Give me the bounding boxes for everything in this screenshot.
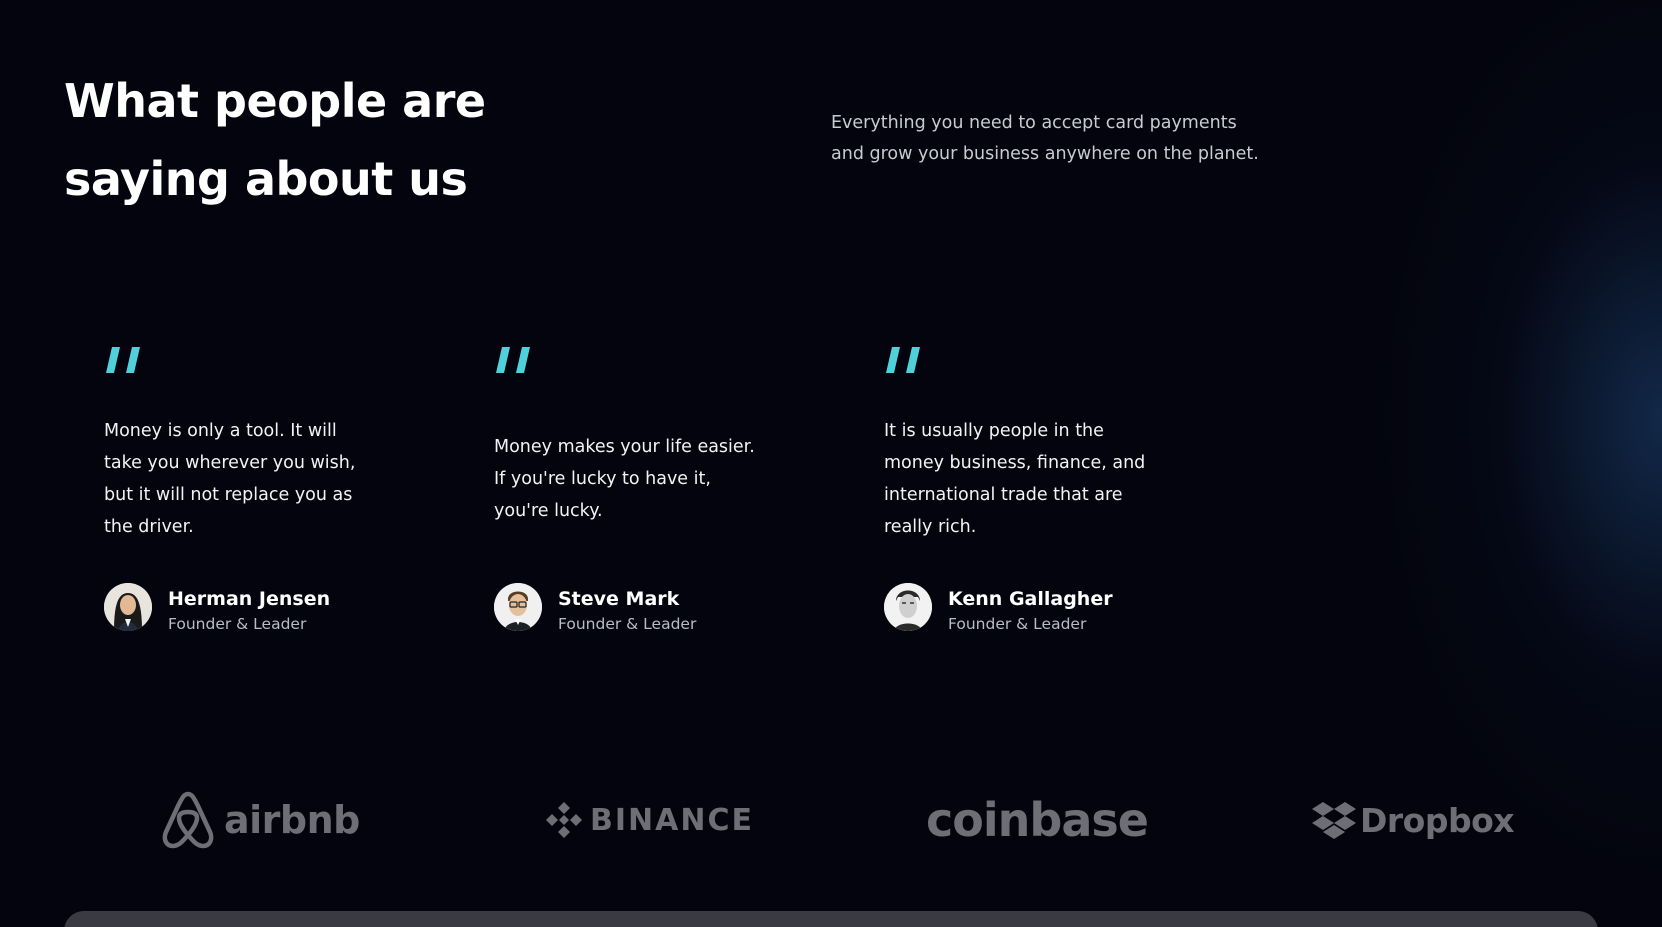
testimonial-quote: Money is only a tool. It will take you w… — [104, 415, 404, 543]
dropbox-icon — [1312, 802, 1356, 839]
testimonials-section: What people are saying about us Everythi… — [0, 0, 1662, 927]
quote-icon — [886, 347, 920, 373]
quote-line: you're lucky. — [494, 501, 603, 521]
quote-line: Money is only a tool. It will — [104, 421, 337, 441]
logo-coinbase: coinbase — [926, 780, 1149, 860]
quote-line: It is usually people in the — [884, 421, 1104, 441]
coinbase-icon: coinbase — [926, 793, 1149, 847]
logo-dropbox: Dropbox — [1312, 780, 1515, 860]
section-intro-line-1: Everything you need to accept card payme… — [831, 113, 1237, 133]
quote-line: Money makes your life easier. — [494, 437, 755, 457]
quote-line: really rich. — [884, 517, 977, 537]
section-heading-line-1: What people are — [64, 74, 486, 128]
author-name: Herman Jensen — [168, 588, 331, 610]
next-section-card-edge — [64, 911, 1598, 927]
quote-line: take you wherever you wish, — [104, 453, 356, 473]
author-role: Founder & Leader — [948, 615, 1087, 633]
quote-line: the driver. — [104, 517, 194, 537]
testimonial-author: Kenn Gallagher Founder & Leader — [884, 583, 1204, 633]
quote-line: If you're lucky to have it, — [494, 469, 711, 489]
avatar — [494, 583, 542, 631]
avatar — [884, 583, 932, 631]
quote-line: money business, finance, and — [884, 453, 1146, 473]
logo-label: BINANCE — [590, 802, 754, 838]
quote-line: but it will not replace you as — [104, 485, 353, 505]
testimonial-author: Herman Jensen Founder & Leader — [104, 583, 424, 633]
author-role: Founder & Leader — [558, 615, 697, 633]
quote-icon — [496, 347, 530, 373]
binance-icon — [546, 802, 582, 838]
section-intro: Everything you need to accept card payme… — [831, 108, 1301, 170]
logo-binance: BINANCE — [544, 780, 754, 860]
section-intro-line-2: and grow your business anywhere on the p… — [831, 144, 1259, 164]
testimonial-quote: Money makes your life easier. If you're … — [494, 431, 794, 527]
partner-logos: airbnb BINANCE coinbase Dropbox — [0, 780, 1662, 860]
logo-label: airbnb — [224, 798, 360, 842]
logo-label: Dropbox — [1360, 800, 1515, 840]
author-role: Founder & Leader — [168, 615, 307, 633]
airbnb-icon — [162, 791, 214, 849]
quote-icon — [106, 347, 140, 373]
quote-line: international trade that are — [884, 485, 1123, 505]
section-heading-line-2: saying about us — [64, 152, 468, 206]
avatar — [104, 583, 152, 631]
testimonial-author: Steve Mark Founder & Leader — [494, 583, 814, 633]
logo-airbnb: airbnb — [160, 780, 360, 860]
section-heading: What people are saying about us — [64, 62, 624, 218]
testimonial-quote: It is usually people in the money busine… — [884, 415, 1184, 543]
author-name: Steve Mark — [558, 588, 680, 610]
author-name: Kenn Gallagher — [948, 588, 1113, 610]
